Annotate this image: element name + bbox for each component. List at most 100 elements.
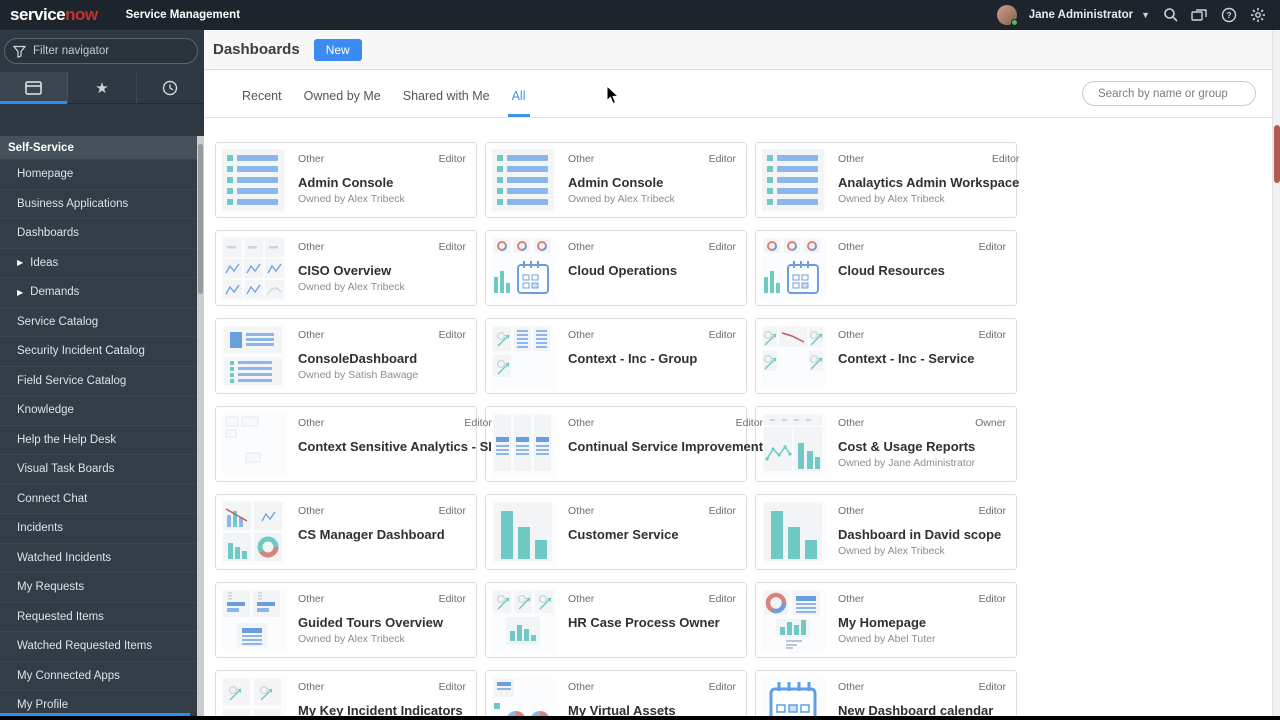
dashboard-card-context-inc-service[interactable]: Other Editor Context - Inc - Service [755, 318, 1017, 394]
sidebar-menu: Self-Service Homepage Business Application… [0, 136, 197, 720]
filter-navigator[interactable] [4, 38, 198, 64]
card-category: Other [298, 329, 325, 341]
dashboard-card-analaytics-admin-workspace[interactable]: Other Editor Analaytics Admin Workspace Own… [755, 142, 1020, 218]
sidebar-item-label: Connect Chat [17, 492, 88, 505]
dashboard-search-input[interactable] [1098, 87, 1252, 100]
tab-all[interactable]: All [504, 89, 534, 117]
dashboard-card-continual-service-improvement[interactable]: Other Editor Continual Service Improvement [485, 406, 763, 482]
dashboard-thumbnail-scatter-red-icon [762, 325, 826, 389]
sidebar-item-label: Help the Help Desk [17, 433, 117, 446]
sidebar-item-incidents[interactable]: Incidents [0, 514, 197, 544]
sidebar-item-my-connected-apps[interactable]: My Connected Apps [0, 661, 197, 691]
sidebar-tab-history[interactable] [137, 72, 204, 103]
dashboard-card-admin-console[interactable]: Other Editor Admin Console Owned by Alex Tr… [485, 142, 747, 218]
sidebar-item-visual-task-boards[interactable]: Visual Task Boards [0, 455, 197, 485]
dashboard-search[interactable] [1082, 81, 1256, 106]
sidebar-item-ideas[interactable]: ▶ Ideas [0, 248, 197, 278]
card-role-badge: Editor [708, 505, 736, 517]
sidebar-item-service-catalog[interactable]: Service Catalog [0, 307, 197, 337]
dashboard-thumbnail-hbars-icon [222, 589, 286, 653]
sidebar-item-field-service-catalog[interactable]: Field Service Catalog [0, 366, 197, 396]
card-owner: Owned by Jane Administrator [838, 457, 976, 469]
chat-icon[interactable] [1191, 7, 1208, 24]
tab-owned-by-me[interactable]: Owned by Me [296, 89, 389, 117]
dashboard-thumbnail-bars3-icon [492, 501, 556, 565]
tab-shared-with-me[interactable]: Shared with Me [395, 89, 498, 117]
card-role-badge: Editor [991, 153, 1020, 165]
card-role-badge: Editor [464, 417, 492, 429]
sidebar-item-demands[interactable]: ▶ Demands [0, 278, 197, 308]
sidebar-item-watched-requested-items[interactable]: Watched Requested Items [0, 632, 197, 662]
dashboard-card-hr-case-process-owner[interactable]: Other Editor HR Case Process Owner [485, 582, 747, 658]
expand-arrow-icon: ▶ [17, 287, 24, 297]
gear-icon[interactable] [1249, 7, 1266, 24]
dashboard-thumbnail-mix4-icon [222, 501, 286, 565]
card-role-badge: Editor [438, 505, 466, 517]
card-title: Cost & Usage Reports [838, 439, 976, 454]
card-meta: Other Editor Admin Console Owned by Alex Tr… [298, 149, 466, 211]
dashboard-card-consoledashboard[interactable]: Other Editor ConsoleDashboard Owned by Sati… [215, 318, 477, 394]
card-category: Other [298, 593, 325, 605]
dashboard-card-my-key-incident-indicators[interactable]: Other Editor My Key Incident Indicators [215, 670, 477, 720]
sidebar-item-homepage[interactable]: Homepage [0, 160, 197, 190]
sidebar-item-business-applications[interactable]: Business Applications [0, 189, 197, 219]
card-category: Other [298, 505, 325, 517]
dashboard-card-context-inc-group[interactable]: Other Editor Context - Inc - Group [485, 318, 747, 394]
dashboard-card-customer-service[interactable]: Other Editor Customer Service [485, 494, 747, 570]
card-category: Other [568, 505, 595, 517]
sidebar-item-watched-incidents[interactable]: Watched Incidents [0, 543, 197, 573]
filter-navigator-input[interactable] [33, 45, 189, 57]
card-category: Other [298, 241, 325, 253]
dashboard-card-new-dashboard-calendar[interactable]: Other Editor New Dashboard calendar [755, 670, 1017, 720]
card-title: Context - Inc - Service [838, 351, 975, 366]
funnel-icon [13, 45, 26, 58]
card-role-badge: Editor [978, 681, 1006, 693]
sidebar-item-label: Ideas [30, 256, 59, 269]
dashboard-card-context-sensitive-analytics-si[interactable]: Other Editor Context Sensitive Analytics -… [215, 406, 492, 482]
sidebar-item-label: Watched Incidents [17, 551, 112, 564]
user-avatar[interactable] [996, 5, 1018, 26]
dashboard-card-ciso-overview[interactable]: Other Editor CISO Overview Owned by Alex Tr… [215, 230, 477, 306]
dashboard-thumbnail-gauge-bars-icon [492, 589, 556, 653]
sidebar-item-my-requests[interactable]: My Requests [0, 573, 197, 603]
dashboard-card-guided-tours-overview[interactable]: Other Editor Guided Tours Overview Owned by… [215, 582, 477, 658]
card-title: Cloud Resources [838, 263, 945, 278]
sidebar-item-security-incident-catalog[interactable]: Security Incident Catalog [0, 337, 197, 367]
sidebar-item-help-the-help-desk[interactable]: Help the Help Desk [0, 425, 197, 455]
dashboard-thumbnail-gauges-icon [222, 677, 286, 720]
dashboard-thumbnail-three-cols-icon [492, 413, 556, 477]
search-icon[interactable] [1162, 7, 1179, 24]
content-scrollbar-thumb[interactable] [1274, 125, 1280, 183]
tab-recent[interactable]: Recent [234, 89, 290, 117]
sidebar-scrollbar-thumb[interactable] [198, 144, 203, 294]
user-menu[interactable]: Jane Administrator [1029, 9, 1133, 21]
dashboard-card-my-homepage[interactable]: Other Editor My Homepage Owned by Abel Tute… [755, 582, 1017, 658]
sidebar-item-label: Field Service Catalog [17, 374, 127, 387]
dashboard-card-my-virtual-assets[interactable]: Other Editor My Virtual Assets [485, 670, 747, 720]
sidebar-scrollbar[interactable] [197, 136, 204, 720]
sidebar-item-requested-items[interactable]: Requested Items [0, 602, 197, 632]
new-dashboard-button[interactable]: New [313, 38, 362, 61]
dashboard-card-admin-console[interactable]: Other Editor Admin Console Owned by Alex Tr… [215, 142, 477, 218]
card-meta: Other Editor CS Manager Dashboard [298, 501, 466, 563]
help-icon[interactable]: ? [1220, 7, 1237, 24]
card-title: Context - Inc - Group [568, 351, 698, 366]
dashboard-card-cloud-resources[interactable]: Other Editor Cloud Resources [755, 230, 1017, 306]
sidebar-item-knowledge[interactable]: Knowledge [0, 396, 197, 426]
card-title: My Homepage [838, 615, 927, 630]
clock-icon [163, 80, 178, 95]
dashboard-card-cs-manager-dashboard[interactable]: Other Editor CS Manager Dashboard [215, 494, 477, 570]
sidebar-item-label: Visual Task Boards [17, 463, 115, 476]
card-meta: Other Editor CISO Overview Owned by Alex Tr… [298, 237, 466, 299]
content-scrollbar[interactable] [1272, 30, 1280, 720]
card-title: HR Case Process Owner [568, 615, 720, 630]
sidebar-tab-all-applications[interactable] [0, 72, 69, 104]
dashboard-card-cloud-operations[interactable]: Other Editor Cloud Operations [485, 230, 747, 306]
card-meta: Other Editor Dashboard in David scope Owned… [838, 501, 1006, 563]
card-category: Other [568, 153, 595, 165]
sidebar-tab-favorites[interactable]: ★ [68, 72, 137, 103]
dashboard-card-dashboard-in-david-scope[interactable]: Other Editor Dashboard in David scope Owned… [755, 494, 1017, 570]
sidebar-item-dashboards[interactable]: Dashboards [0, 219, 197, 249]
dashboard-card-cost-usage-reports[interactable]: Other Owner Cost & Usage Reports Owned by J… [755, 406, 1017, 482]
sidebar-item-connect-chat[interactable]: Connect Chat [0, 484, 197, 514]
